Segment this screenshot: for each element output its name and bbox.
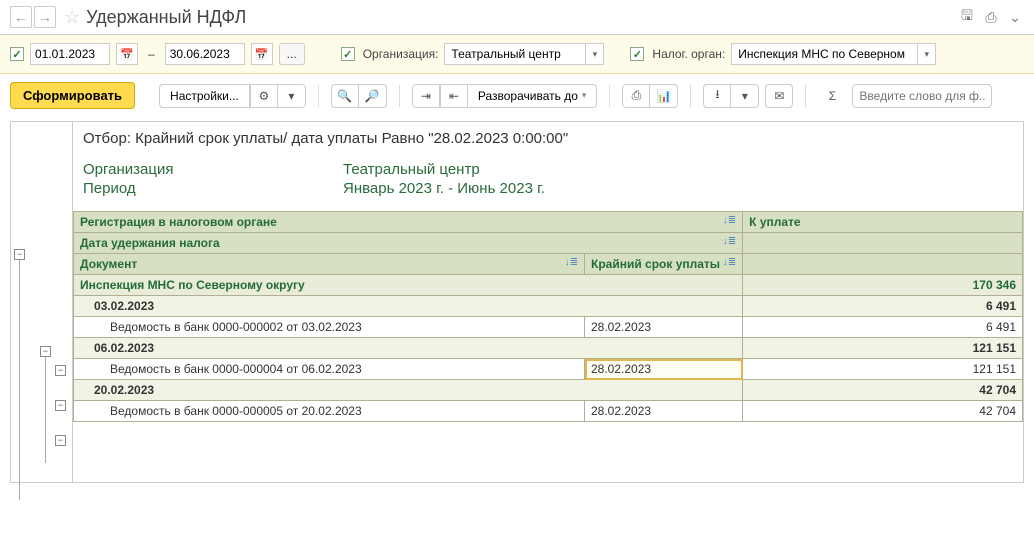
date-cell[interactable]: 20.02.2023 [74, 380, 743, 401]
collapse-date1-button[interactable]: − [55, 365, 66, 376]
org-info-value: Театральный центр [343, 161, 480, 178]
total-name-cell[interactable]: Инспекция МНС по Северному округу [74, 275, 743, 296]
generate-button[interactable]: Сформировать [10, 82, 135, 109]
filter-description: Отбор: Крайний срок уплаты/ дата уплаты … [83, 130, 1013, 147]
sort-icon: ↓≣ [723, 215, 736, 226]
date-dash: – [148, 47, 155, 61]
print-button[interactable]: ⎙ [622, 84, 650, 108]
doc-value-cell[interactable]: 42 704 [743, 401, 1023, 422]
doc-value-cell[interactable]: 121 151 [743, 359, 1023, 380]
filter-bar: ✓ 📅 – 📅 ... ✓ Организация: ▾ ✓ Налог. ор… [0, 35, 1034, 74]
period-checkbox[interactable]: ✓ [10, 47, 24, 61]
date-to-picker-icon[interactable]: 📅 [251, 43, 273, 65]
collapse-date3-button[interactable]: − [55, 435, 66, 446]
org-label: Организация: [363, 47, 439, 61]
chart-button[interactable]: 📊 [650, 84, 678, 108]
org-info-label: Организация [83, 161, 343, 178]
titlebar: ← → ☆ Удержанный НДФЛ 🖫 ⎙ ⌄ [0, 0, 1034, 35]
table-row-date: 20.02.2023 42 704 [74, 380, 1023, 401]
collapse-group-button[interactable]: − [40, 346, 51, 357]
settings-dropdown-icon[interactable]: ▾ [278, 84, 306, 108]
report-area: − − − − − Отбор: Крайний срок уплаты/ да… [10, 121, 1024, 483]
settings-gear-icon[interactable]: ⚙ [250, 84, 278, 108]
period-dialog-button[interactable]: ... [279, 43, 305, 65]
save-icon[interactable]: 🖫 [958, 8, 976, 26]
header-empty [743, 233, 1023, 254]
org-checkbox[interactable]: ✓ [341, 47, 355, 61]
expand-to-button[interactable]: Разворачивать до ▾ [468, 84, 598, 108]
tax-label: Налог. орган: [652, 47, 725, 61]
doc-deadline-cell[interactable]: 28.02.2023 [585, 401, 743, 422]
report-header: Отбор: Крайний срок уплаты/ дата уплаты … [73, 122, 1023, 211]
mail-button[interactable]: ✉ [765, 84, 793, 108]
date-cell[interactable]: 06.02.2023 [74, 338, 743, 359]
date-value-cell[interactable]: 6 491 [743, 296, 1023, 317]
sort-icon: ↓≣ [723, 236, 736, 247]
settings-button[interactable]: Настройки... [159, 84, 250, 108]
table-row-document: Ведомость в банк 0000-000002 от 03.02.20… [74, 317, 1023, 338]
table-row-date: 03.02.2023 6 491 [74, 296, 1023, 317]
page-title: Удержанный НДФЛ [86, 7, 246, 28]
header-document[interactable]: Документ↓≣ [74, 254, 585, 275]
tree-gutter: − − − − − [11, 122, 73, 482]
save-button[interactable]: ⭳ [703, 84, 731, 108]
sort-icon: ↓≣ [723, 257, 736, 268]
doc-name-cell[interactable]: Ведомость в банк 0000-000004 от 06.02.20… [74, 359, 585, 380]
tax-select[interactable]: ▾ [731, 43, 936, 65]
doc-deadline-cell-selected[interactable]: 28.02.2023 [585, 359, 743, 380]
header-k-uplate[interactable]: К уплате [743, 212, 1023, 233]
org-input[interactable] [445, 44, 585, 64]
table-row-document: Ведомость в банк 0000-000005 от 20.02.20… [74, 401, 1023, 422]
doc-name-cell[interactable]: Ведомость в банк 0000-000002 от 03.02.20… [74, 317, 585, 338]
period-info-value: Январь 2023 г. - Июнь 2023 г. [343, 180, 545, 197]
header-deadline[interactable]: Крайний срок уплаты↓≣ [585, 254, 743, 275]
tax-dropdown-icon[interactable]: ▾ [917, 44, 935, 64]
print-icon[interactable]: ⎙ [982, 8, 1000, 26]
collapse-main-button[interactable]: − [14, 249, 25, 260]
nav-forward-button[interactable]: → [34, 6, 56, 28]
collapse-date2-button[interactable]: − [55, 400, 66, 411]
find-next-button[interactable]: 🔎 [359, 84, 387, 108]
header-empty2 [743, 254, 1023, 275]
date-from-input[interactable] [30, 43, 110, 65]
more-icon[interactable]: ⌄ [1006, 8, 1024, 26]
period-info-label: Период [83, 180, 343, 197]
expand-all-icon[interactable]: ⇥ [412, 84, 440, 108]
sort-icon: ↓≣ [565, 257, 578, 268]
date-value-cell[interactable]: 121 151 [743, 338, 1023, 359]
toolbar: Сформировать Настройки... ⚙ ▾ 🔍 🔎 ⇥ ⇤ Ра… [0, 74, 1034, 117]
report-table: Регистрация в налоговом органе↓≣ К уплат… [73, 211, 1023, 422]
date-value-cell[interactable]: 42 704 [743, 380, 1023, 401]
search-input[interactable] [852, 84, 992, 108]
org-select[interactable]: ▾ [444, 43, 604, 65]
save-dropdown-icon[interactable]: ▾ [731, 84, 759, 108]
header-registration[interactable]: Регистрация в налоговом органе↓≣ [74, 212, 743, 233]
favorite-star-icon[interactable]: ☆ [64, 7, 80, 28]
collapse-all-icon[interactable]: ⇤ [440, 84, 468, 108]
date-to-input[interactable] [165, 43, 245, 65]
table-row-document: Ведомость в банк 0000-000004 от 06.02.20… [74, 359, 1023, 380]
table-row-date: 06.02.2023 121 151 [74, 338, 1023, 359]
tax-input[interactable] [732, 44, 917, 64]
doc-value-cell[interactable]: 6 491 [743, 317, 1023, 338]
doc-name-cell[interactable]: Ведомость в банк 0000-000005 от 20.02.20… [74, 401, 585, 422]
doc-deadline-cell[interactable]: 28.02.2023 [585, 317, 743, 338]
date-from-picker-icon[interactable]: 📅 [116, 43, 138, 65]
find-button[interactable]: 🔍 [331, 84, 359, 108]
sum-icon[interactable]: Σ [818, 84, 846, 108]
tax-checkbox[interactable]: ✓ [630, 47, 644, 61]
header-date-hold[interactable]: Дата удержания налога↓≣ [74, 233, 743, 254]
date-cell[interactable]: 03.02.2023 [74, 296, 743, 317]
total-value-cell[interactable]: 170 346 [743, 275, 1023, 296]
table-row-total: Инспекция МНС по Северному округу 170 34… [74, 275, 1023, 296]
nav-back-button[interactable]: ← [10, 6, 32, 28]
org-dropdown-icon[interactable]: ▾ [585, 44, 603, 64]
